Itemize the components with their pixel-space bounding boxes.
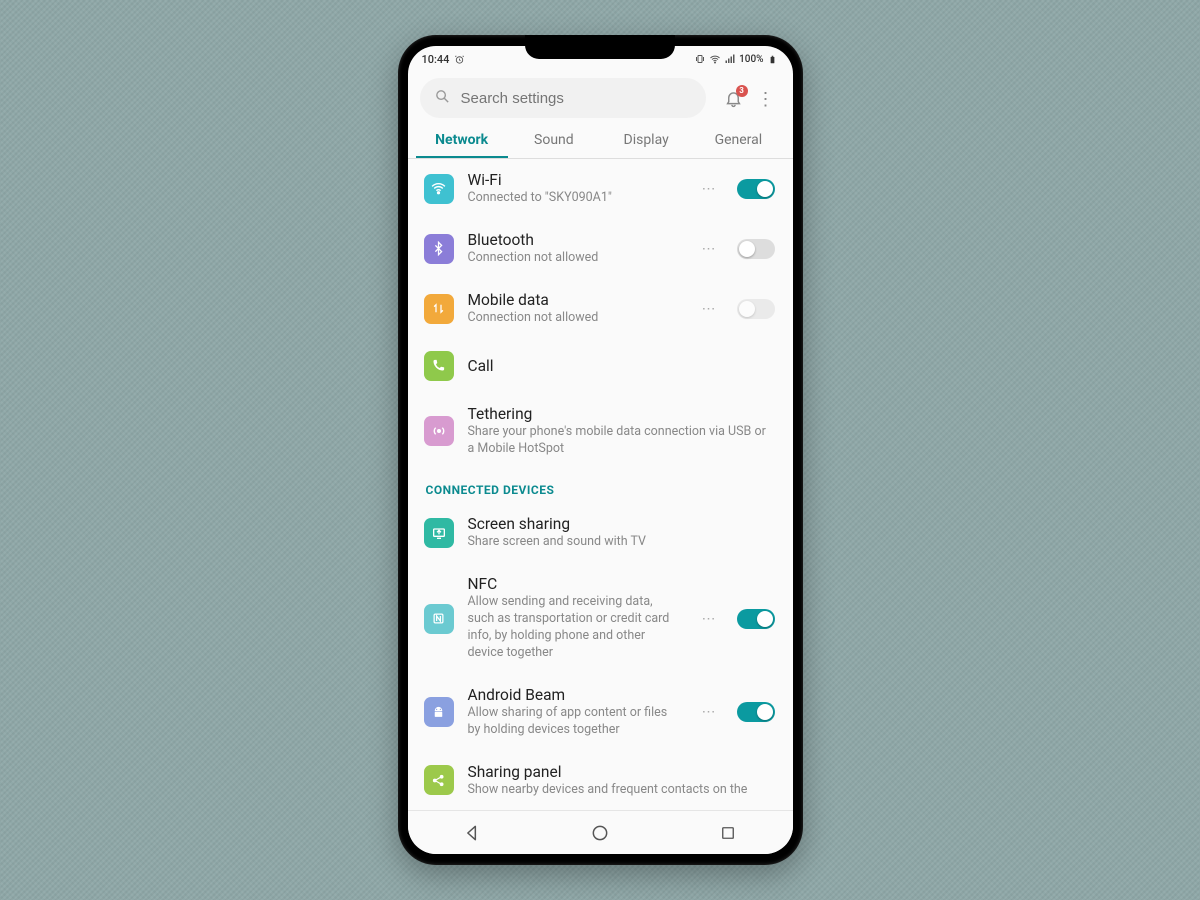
search-icon <box>434 88 451 109</box>
section-connected-devices: CONNECTED DEVICES <box>408 469 793 503</box>
row-android-beam[interactable]: Android Beam Allow sharing of app conten… <box>408 674 793 751</box>
bluetooth-icon <box>424 234 454 264</box>
tab-network[interactable]: Network <box>416 122 508 158</box>
bluetooth-toggle[interactable] <box>737 239 775 259</box>
notifications-button[interactable]: 3 <box>724 89 743 112</box>
home-button[interactable] <box>589 822 611 844</box>
tethering-icon <box>424 416 454 446</box>
row-title: Screen sharing <box>468 515 775 533</box>
mobile-data-toggle[interactable] <box>737 299 775 319</box>
row-mobile-data[interactable]: Mobile data Connection not allowed ⋯ <box>408 279 793 339</box>
row-title: Sharing panel <box>468 763 775 781</box>
tabs: Network Sound Display General <box>408 122 793 159</box>
alarm-icon <box>453 53 465 65</box>
signal-icon <box>724 53 736 65</box>
row-sharing-panel[interactable]: Sharing panel Show nearby devices and fr… <box>408 751 793 803</box>
overflow-menu-button[interactable]: ⋮ <box>757 91 775 109</box>
sharing-panel-icon <box>424 765 454 795</box>
more-icon[interactable]: ⋯ <box>696 181 723 197</box>
settings-list[interactable]: Wi-Fi Connected to "SKY090A1" ⋯ Bluetoot… <box>408 159 793 810</box>
row-subtitle: Connected to "SKY090A1" <box>468 190 682 207</box>
row-subtitle: Connection not allowed <box>468 250 682 267</box>
row-subtitle: Show nearby devices and frequent contact… <box>468 782 775 799</box>
row-screen-sharing[interactable]: Screen sharing Share screen and sound wi… <box>408 503 793 563</box>
tab-general[interactable]: General <box>692 122 784 158</box>
row-title: Android Beam <box>468 686 682 704</box>
row-subtitle: Share your phone's mobile data connectio… <box>468 424 775 458</box>
vibrate-icon <box>694 53 706 65</box>
row-bluetooth[interactable]: Bluetooth Connection not allowed ⋯ <box>408 219 793 279</box>
row-title: Tethering <box>468 405 775 423</box>
row-tethering[interactable]: Tethering Share your phone's mobile data… <box>408 393 793 470</box>
tab-sound[interactable]: Sound <box>508 122 600 158</box>
row-subtitle: Share screen and sound with TV <box>468 534 775 551</box>
display-notch <box>525 35 675 59</box>
navigation-bar <box>408 810 793 854</box>
call-icon <box>424 351 454 381</box>
nfc-toggle[interactable] <box>737 609 775 629</box>
recents-button[interactable] <box>717 822 739 844</box>
nfc-icon <box>424 604 454 634</box>
status-time: 10:44 <box>422 53 450 66</box>
row-title: Call <box>468 357 775 375</box>
more-icon[interactable]: ⋯ <box>696 611 723 627</box>
mobile-data-icon <box>424 294 454 324</box>
notification-badge: 3 <box>736 85 748 97</box>
phone-frame: 10:44 100% <box>398 35 803 865</box>
back-button[interactable] <box>461 822 483 844</box>
wifi-icon <box>709 53 721 65</box>
android-beam-toggle[interactable] <box>737 702 775 722</box>
row-subtitle: Allow sending and receiving data, such a… <box>468 594 682 662</box>
wifi-icon <box>424 174 454 204</box>
row-subtitle: Allow sharing of app content or files by… <box>468 705 682 739</box>
battery-percent: 100% <box>739 54 763 65</box>
screen-sharing-icon <box>424 518 454 548</box>
row-nfc[interactable]: NFC Allow sending and receiving data, su… <box>408 563 793 674</box>
more-icon[interactable]: ⋯ <box>696 704 723 720</box>
tab-display[interactable]: Display <box>600 122 692 158</box>
row-wifi[interactable]: Wi-Fi Connected to "SKY090A1" ⋯ <box>408 159 793 219</box>
row-title: Mobile data <box>468 291 682 309</box>
row-title: Wi-Fi <box>468 171 682 189</box>
row-subtitle: Connection not allowed <box>468 310 682 327</box>
row-call[interactable]: Call <box>408 339 793 393</box>
battery-full-icon <box>767 53 779 65</box>
row-title: NFC <box>468 575 682 593</box>
row-title: Bluetooth <box>468 231 682 249</box>
android-beam-icon <box>424 697 454 727</box>
search-input[interactable] <box>461 90 692 107</box>
more-icon[interactable]: ⋯ <box>696 241 723 257</box>
wifi-toggle[interactable] <box>737 179 775 199</box>
screen: 10:44 100% <box>408 46 793 854</box>
more-icon[interactable]: ⋯ <box>696 301 723 317</box>
search-bar[interactable] <box>420 78 706 118</box>
